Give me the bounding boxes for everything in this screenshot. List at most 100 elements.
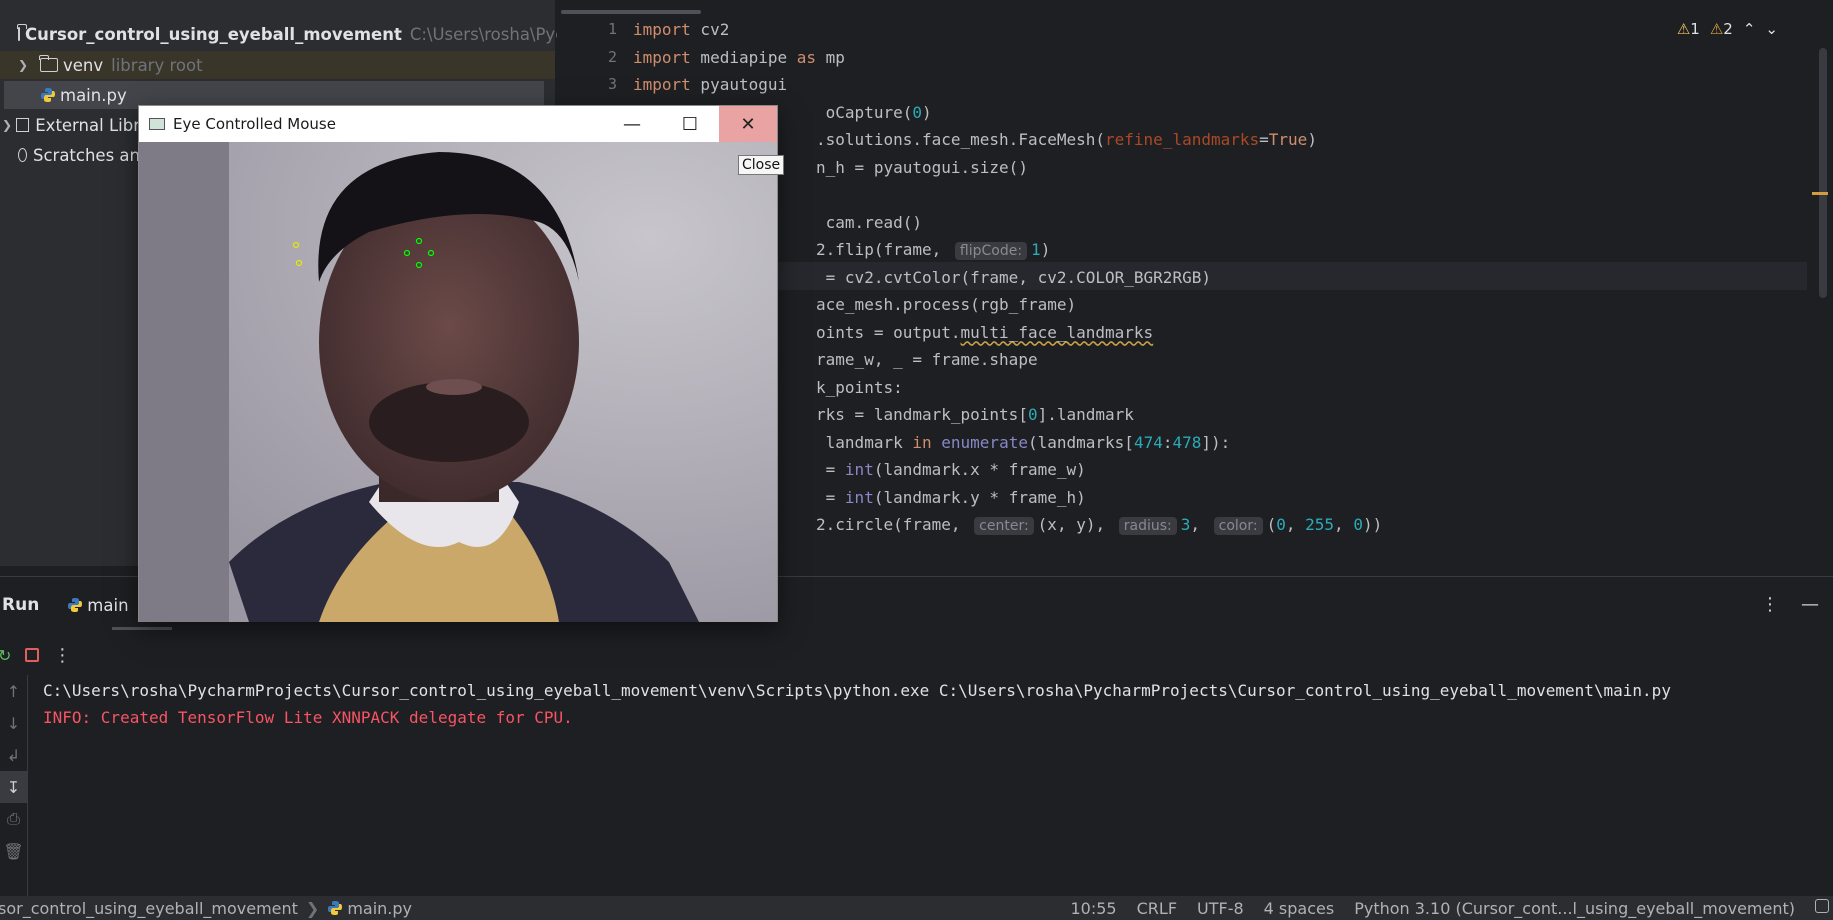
venv-library-root-label: library root bbox=[111, 55, 203, 75]
file-encoding[interactable]: UTF-8 bbox=[1197, 899, 1244, 918]
stop-icon[interactable] bbox=[25, 648, 40, 662]
lock-icon[interactable] bbox=[1815, 899, 1829, 913]
run-tool-window: Run main ⋮ — ↻ ⋮ ↑ ↓ ↲ ↧ ⎙ 🗑 C:\Users\ro… bbox=[0, 576, 1833, 897]
breadcrumb-project[interactable]: sor_control_using_eyeball_movement bbox=[0, 899, 298, 918]
chevron-right-icon[interactable]: ❯ bbox=[18, 58, 34, 72]
python-file-icon bbox=[328, 901, 343, 915]
code-token: 0 bbox=[1353, 515, 1363, 534]
warning-icon: ⚠ bbox=[1676, 20, 1691, 38]
parameter-hint: color: bbox=[1213, 517, 1263, 535]
minimize-panel-icon[interactable]: — bbox=[1801, 594, 1819, 615]
warning-orange-indicator[interactable]: ⚠2 bbox=[1710, 20, 1733, 38]
code-token: ) bbox=[922, 102, 932, 122]
code-token: 474 bbox=[1133, 432, 1163, 452]
parameter-hint: center: bbox=[974, 517, 1034, 535]
landmark-marker-green bbox=[415, 237, 423, 245]
warning-yellow-indicator[interactable]: ⚠1 bbox=[1677, 20, 1700, 38]
code-token: = bbox=[1259, 130, 1269, 149]
code-token: cv2 bbox=[690, 20, 730, 39]
code-token: import bbox=[633, 75, 691, 94]
window-title-bar[interactable]: Eye Controlled Mouse — ☐ ✕ bbox=[139, 106, 777, 142]
line-number: 2 bbox=[607, 47, 617, 66]
tree-item-project-root[interactable]: Cursor_control_using_eyeball_movement C:… bbox=[0, 20, 575, 48]
tree-item-venv[interactable]: ❯ venv library root bbox=[0, 51, 555, 79]
error-stripe-marker[interactable] bbox=[1812, 192, 1828, 195]
run-side-toolbar: ↑ ↓ ↲ ↧ ⎙ 🗑 bbox=[0, 675, 28, 897]
code-token: enumerate bbox=[941, 432, 1028, 452]
code-token: mp bbox=[816, 47, 845, 67]
code-token: int bbox=[844, 487, 874, 507]
python-interpreter[interactable]: Python 3.10 (Cursor_cont...l_using_eyeba… bbox=[1354, 899, 1795, 918]
inspection-widget[interactable]: ⚠1 ⚠2 ⌃ ⌄ bbox=[1677, 20, 1778, 38]
code-token: , bbox=[1190, 515, 1210, 534]
run-tab-scrollbar[interactable] bbox=[112, 627, 172, 630]
code-token: pyautogui bbox=[690, 75, 788, 94]
soft-wrap-icon[interactable]: ↲ bbox=[0, 739, 27, 771]
chevron-right-icon[interactable]: ❯ bbox=[2, 118, 16, 132]
line-number-gutter: 1 2 3 bbox=[557, 16, 617, 99]
code-token: 255 bbox=[1305, 515, 1335, 534]
chevron-up-icon[interactable]: ⌃ bbox=[1743, 20, 1756, 38]
editor-vertical-scrollbar[interactable] bbox=[1819, 48, 1827, 298]
scroll-to-end-icon[interactable]: ↧ bbox=[0, 771, 27, 803]
external-libraries-label: External Libr bbox=[35, 115, 140, 135]
window-title: Eye Controlled Mouse bbox=[173, 115, 336, 133]
code-token: True bbox=[1268, 130, 1308, 149]
code-token: ]): bbox=[1201, 432, 1231, 452]
tree-item-external-libraries[interactable]: ❯ External Libr bbox=[0, 111, 140, 139]
code-token: 0 bbox=[1276, 515, 1286, 534]
rerun-icon[interactable]: ↻ bbox=[0, 646, 11, 665]
close-button[interactable]: ✕ bbox=[719, 106, 777, 142]
code-token: ].landmark bbox=[1037, 405, 1134, 424]
app-icon bbox=[149, 118, 165, 130]
code-token: import bbox=[633, 20, 691, 39]
chevron-down-icon[interactable]: ⌄ bbox=[1765, 20, 1778, 38]
project-root-path: C:\Users\rosha\Pych bbox=[409, 24, 575, 44]
run-tab-main[interactable]: main bbox=[67, 595, 129, 615]
status-bar: sor_control_using_eyeball_movement ❯ mai… bbox=[0, 896, 1833, 920]
project-root-name: Cursor_control_using_eyeball_movement bbox=[25, 24, 402, 44]
code-token: in bbox=[912, 432, 932, 452]
code-token: ( bbox=[1266, 515, 1277, 534]
code-token: (landmark.y * frame_h) bbox=[873, 487, 1086, 507]
landmark-marker-yellow bbox=[292, 241, 300, 249]
more-actions-icon[interactable]: ⋮ bbox=[53, 645, 71, 666]
main-py-label: main.py bbox=[60, 85, 127, 105]
eye-controlled-mouse-window[interactable]: Eye Controlled Mouse — ☐ ✕ bbox=[138, 105, 778, 622]
python-file-icon bbox=[41, 88, 55, 102]
minimize-button[interactable]: — bbox=[603, 106, 661, 142]
code-token: 1 bbox=[1031, 240, 1041, 259]
library-icon bbox=[16, 118, 30, 132]
weak-warning-icon: ⚠ bbox=[1709, 20, 1724, 38]
trash-icon[interactable]: 🗑 bbox=[0, 835, 27, 867]
line-separator[interactable]: CRLF bbox=[1137, 899, 1177, 918]
close-tooltip: Close bbox=[738, 155, 785, 175]
code-line[interactable]: import mediapipe as mp bbox=[633, 44, 1382, 72]
python-icon bbox=[68, 598, 83, 612]
code-token: (landmarks[ bbox=[1027, 432, 1134, 452]
arrow-down-icon[interactable]: ↓ bbox=[0, 707, 27, 739]
code-line[interactable]: import cv2 bbox=[633, 16, 1382, 44]
more-options-icon[interactable]: ⋮ bbox=[1761, 594, 1779, 615]
maximize-button[interactable]: ☐ bbox=[661, 106, 719, 142]
landmark-marker-green bbox=[427, 249, 435, 257]
console-output[interactable]: C:\Users\rosha\PycharmProjects\Cursor_co… bbox=[43, 677, 1671, 731]
arrow-up-icon[interactable]: ↑ bbox=[0, 675, 27, 707]
print-icon[interactable]: ⎙ bbox=[0, 803, 27, 835]
code-token: (x, y), bbox=[1037, 515, 1115, 534]
console-line: C:\Users\rosha\PycharmProjects\Cursor_co… bbox=[43, 681, 1671, 700]
landmark-overlay bbox=[292, 237, 435, 269]
code-token: 478 bbox=[1172, 432, 1202, 452]
tree-item-scratches[interactable]: Scratches an bbox=[0, 141, 140, 169]
breadcrumb-separator-icon: ❯ bbox=[305, 898, 320, 918]
caret-position[interactable]: 10:55 bbox=[1071, 899, 1117, 918]
code-token: 3 bbox=[1180, 515, 1191, 534]
editor-tab-scrollbar[interactable] bbox=[561, 10, 701, 14]
indent-setting[interactable]: 4 spaces bbox=[1264, 899, 1335, 918]
breadcrumb-file[interactable]: main.py bbox=[347, 899, 412, 918]
run-tab-label: main bbox=[87, 595, 129, 615]
code-token: multi_face_landmarks bbox=[960, 322, 1154, 342]
code-token: , bbox=[1334, 515, 1354, 534]
code-line[interactable]: import pyautogui bbox=[633, 71, 1382, 99]
